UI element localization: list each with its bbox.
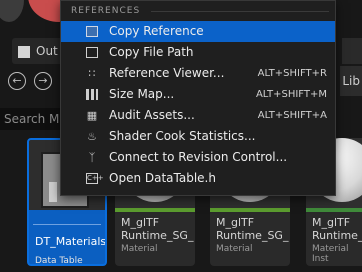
menu-item-label: Size Map... <box>109 87 175 101</box>
menu-item-reference-viewer[interactable]: ∷ Reference Viewer... ALT+SHIFT+R <box>61 63 335 84</box>
menu-item-shortcut: ALT+SHIFT+M <box>255 89 327 100</box>
copy-file-path-icon <box>86 47 98 58</box>
audit-assets-icon: ▦ <box>86 109 98 122</box>
tab-label: Out <box>36 44 58 58</box>
asset-type: Material <box>121 244 158 254</box>
menu-item-label: Copy File Path <box>109 45 194 59</box>
size-map-icon <box>86 89 98 100</box>
tab-icon <box>18 45 30 58</box>
menu-item-label: Connect to Revision Control... <box>109 150 288 164</box>
library-tab[interactable]: Lib <box>340 66 362 96</box>
copy-reference-icon <box>86 26 98 37</box>
references-context-menu: REFERENCES Copy Reference Copy File Path… <box>60 0 336 196</box>
menu-item-copy-reference[interactable]: Copy Reference <box>61 21 335 42</box>
back-icon[interactable]: ← <box>8 72 26 90</box>
reference-viewer-icon: ∷ <box>88 67 96 80</box>
asset-type: Material <box>216 244 253 254</box>
search-input[interactable]: Search M <box>0 108 64 130</box>
right-panel-button[interactable] <box>342 38 362 64</box>
menu-item-label: Open DataTable.h <box>109 171 216 185</box>
asset-name: M_glTF Runtime_SG_ <box>216 216 289 242</box>
menu-item-shortcut: ALT+SHIFT+A <box>257 110 327 121</box>
asset-name: M_glTF Runtime_ <box>312 216 362 242</box>
asset-name: DT_Materials <box>35 235 107 248</box>
asset-name: M_glTF Runtime_SG_ <box>121 216 194 242</box>
menu-item-audit-assets[interactable]: ▦ Audit Assets... ALT+SHIFT+A <box>61 105 335 126</box>
revision-control-icon: ᛉ <box>88 151 96 164</box>
menu-item-shortcut: ALT+SHIFT+R <box>257 68 327 79</box>
menu-item-copy-file-path[interactable]: Copy File Path <box>61 42 335 63</box>
menu-item-label: Audit Assets... <box>109 108 195 122</box>
asset-type: Material Inst <box>312 244 349 264</box>
shader-cook-statistics-icon: ♨ <box>87 130 97 143</box>
menu-item-label: Reference Viewer... <box>109 66 225 80</box>
library-label: Lib <box>342 74 360 88</box>
menu-item-label: Shader Cook Statistics... <box>109 129 256 143</box>
menu-item-open-datatable[interactable]: C++ Open DataTable.h <box>61 168 335 189</box>
search-placeholder: Search M <box>4 112 60 126</box>
forward-icon[interactable]: → <box>34 72 52 90</box>
menu-item-size-map[interactable]: Size Map... ALT+SHIFT+M <box>61 84 335 105</box>
asset-type: Data Table (OK... <box>35 256 83 266</box>
menu-item-label: Copy Reference <box>109 24 204 38</box>
menu-section-header: REFERENCES <box>61 1 335 21</box>
menu-item-revision-control[interactable]: ᛉ Connect to Revision Control... <box>61 147 335 168</box>
open-datatable-icon: C++ <box>86 173 104 184</box>
menu-item-shader-cook-statistics[interactable]: ♨ Shader Cook Statistics... <box>61 126 335 147</box>
